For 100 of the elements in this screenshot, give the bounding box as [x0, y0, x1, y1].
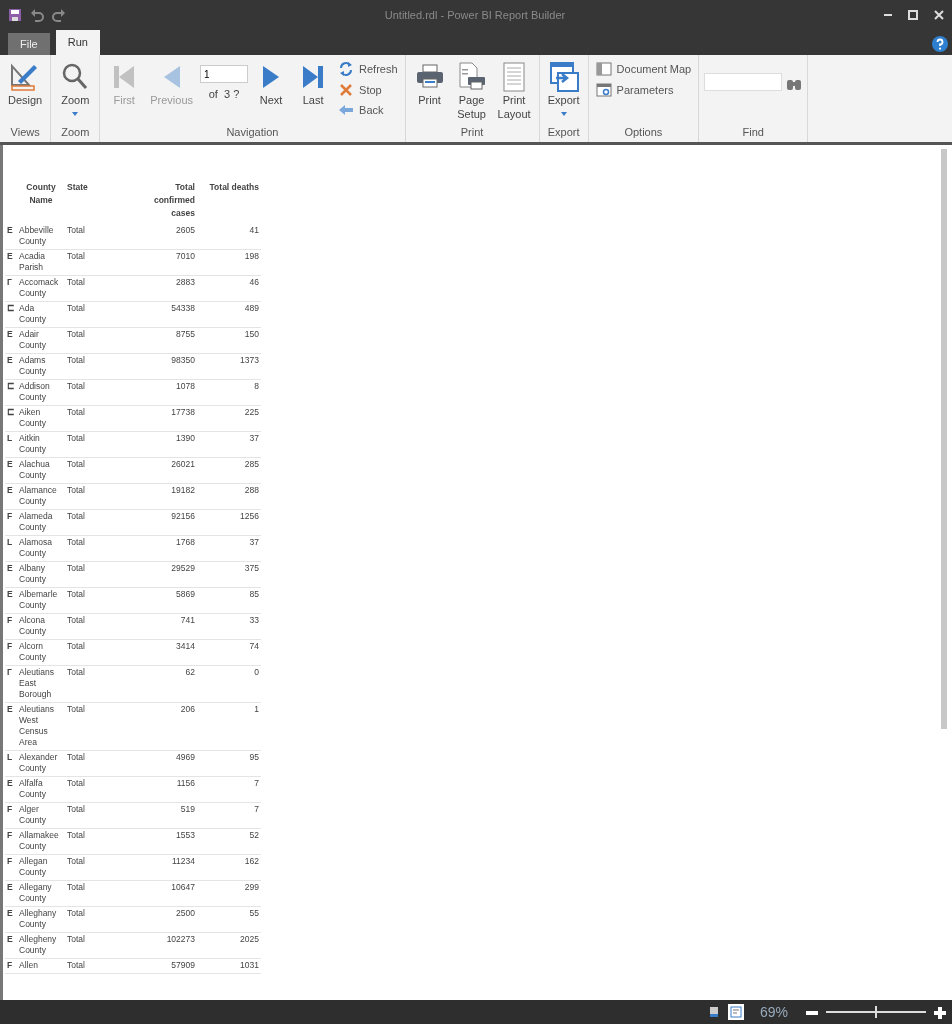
ribbon-button[interactable]: Zoom: [56, 61, 95, 121]
table-cell: 55: [197, 906, 261, 933]
table-cell: 375: [197, 561, 261, 588]
table-cell: Total: [65, 854, 137, 881]
table-cell: Alamance County: [17, 483, 65, 510]
table-cell: Total: [65, 802, 137, 829]
table-cell: 37: [197, 431, 261, 458]
save-icon: [8, 8, 22, 22]
ribbon-tab[interactable]: File: [8, 33, 50, 55]
table-cell: 7: [197, 776, 261, 803]
ribbon-button[interactable]: Next: [252, 61, 291, 107]
table-cell: 7010: [137, 249, 197, 276]
refresh-icon: [338, 61, 355, 78]
table-cell: Total: [65, 457, 137, 484]
binoculars-icon: [786, 77, 803, 92]
ribbon-button[interactable]: Print Layout: [494, 61, 534, 121]
ribbon-button[interactable]: Export: [544, 61, 583, 121]
table-cell: 2883: [137, 275, 197, 302]
table-cell: 54338: [137, 301, 197, 328]
table-cell: Total: [65, 587, 137, 614]
table-cell: Total: [65, 906, 137, 933]
table-cell: 2500: [137, 906, 197, 933]
table-cell: 1031: [197, 958, 261, 974]
table-cell: 1553: [137, 828, 197, 855]
table-cell: Alfalfa County: [17, 776, 65, 803]
table-cell: Allegany County: [17, 880, 65, 907]
cross-icon: [338, 81, 355, 98]
table-cell: Total: [65, 483, 137, 510]
column-header: Total deaths: [208, 181, 260, 194]
page-icon: [707, 1006, 720, 1018]
table-cell: Total: [65, 613, 137, 640]
table-cell: 102273: [137, 932, 197, 959]
table-cell: 85: [197, 587, 261, 614]
ribbon-button[interactable]: Stop: [336, 81, 400, 98]
table-cell: Total: [65, 639, 137, 666]
table-cell: 3414: [137, 639, 197, 666]
ribbon-button[interactable]: Parameters: [593, 81, 694, 98]
table-cell: 1768: [137, 535, 197, 562]
page-number-field[interactable]: 1: [200, 65, 249, 83]
table-cell: 95: [197, 750, 261, 777]
close-icon: [934, 10, 944, 20]
table-cell: 288: [197, 483, 261, 510]
table-cell: Total: [65, 828, 137, 855]
table-cell: 11234: [137, 854, 197, 881]
help-icon: [932, 36, 948, 52]
ribbon-button[interactable]: Last: [294, 61, 333, 107]
plus-icon: [934, 1006, 946, 1019]
table-cell: Aitkin County: [17, 431, 65, 458]
table-cell: Alcona County: [17, 613, 65, 640]
table-cell: Alamosa County: [17, 535, 65, 562]
group-label: Navigation: [225, 125, 280, 140]
table-cell: 26021: [137, 457, 197, 484]
table-cell: 519: [137, 802, 197, 829]
scrollbar-thumb[interactable]: [941, 149, 947, 729]
table-cell: 198: [197, 249, 261, 276]
table-cell: 37: [197, 535, 261, 562]
table-cell: Alexander County: [17, 750, 65, 777]
ribbon-button[interactable]: Print: [410, 61, 449, 107]
find-field[interactable]: [704, 73, 783, 91]
table-cell: Total: [65, 405, 137, 432]
table-cell: 62: [137, 665, 197, 703]
table-cell: Total: [65, 353, 137, 380]
table-cell: Alameda County: [17, 509, 65, 536]
view-button[interactable]: [727, 1004, 744, 1020]
table-cell: Total: [65, 561, 137, 588]
table-cell: 29529: [137, 561, 197, 588]
ribbon-button[interactable]: Design: [5, 61, 46, 107]
document-map-icon: [595, 61, 612, 78]
table-cell: 7: [197, 802, 261, 829]
table-cell: 299: [197, 880, 261, 907]
table-cell: Albany County: [17, 561, 65, 588]
maximize-icon: [908, 10, 918, 20]
table-cell: 2025: [197, 932, 261, 959]
table-cell: 98350: [137, 353, 197, 380]
column-header: County Name: [25, 181, 57, 207]
ribbon-button[interactable]: Document Map: [593, 61, 694, 78]
table-cell: Total: [65, 301, 137, 328]
table-cell: Alleghany County: [17, 906, 65, 933]
ribbon-button[interactable]: Refresh: [336, 61, 400, 78]
ribbon-button[interactable]: Page Setup: [452, 61, 491, 121]
zoom-in-button[interactable]: [932, 1004, 948, 1020]
table-cell: 8: [197, 379, 261, 406]
table-cell: Addison County: [17, 379, 65, 406]
group-label: Zoom: [60, 125, 91, 140]
group-label: Export: [546, 125, 581, 140]
table-cell: Total: [65, 224, 137, 250]
table-cell: Total: [65, 327, 137, 354]
table-cell: 57909: [137, 958, 197, 974]
table-cell: 8755: [137, 327, 197, 354]
ribbon-button[interactable]: Back: [336, 102, 400, 119]
table-cell: 1256: [197, 509, 261, 536]
ribbon-tab[interactable]: Run: [55, 30, 100, 55]
table-cell: 1156: [137, 776, 197, 803]
table-cell: 150: [197, 327, 261, 354]
table-cell: Aiken County: [17, 405, 65, 432]
table-cell: 74: [197, 639, 261, 666]
export-icon: [547, 61, 580, 93]
table-cell: Total: [65, 249, 137, 276]
table-cell: 92156: [137, 509, 197, 536]
table-cell: Total: [65, 509, 137, 536]
